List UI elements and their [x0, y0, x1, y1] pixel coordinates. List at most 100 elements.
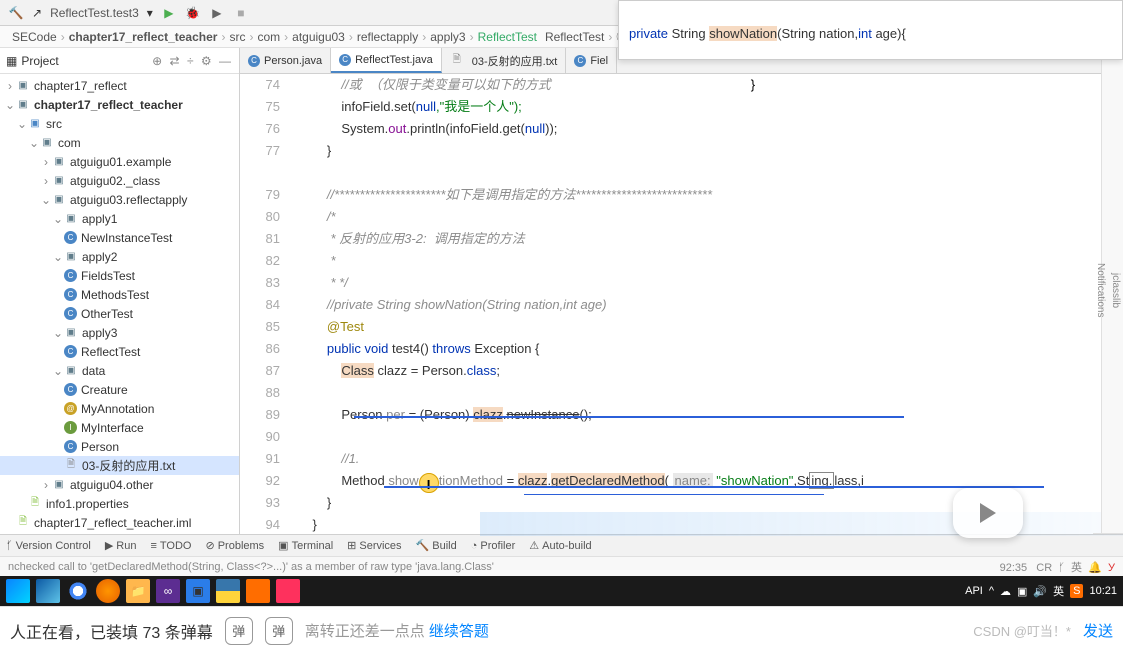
tree-com[interactable]: ⌄▣com	[0, 133, 239, 152]
quick-definition-popup: private String showNation(String nation,…	[618, 0, 1123, 60]
status-ime[interactable]: 英	[1071, 562, 1082, 574]
tab-person[interactable]: CPerson.java	[240, 48, 331, 73]
bc-apply[interactable]: apply3	[426, 30, 469, 44]
tree-newinstance[interactable]: CNewInstanceTest	[0, 228, 239, 247]
bc-sub[interactable]: reflectapply	[353, 30, 422, 44]
tray-sound-icon[interactable]: 🔊	[1033, 585, 1047, 598]
danmu-input[interactable]: 离转正还差一点点 继续答题	[305, 620, 954, 641]
taskbar-files[interactable]: 📁	[126, 579, 150, 603]
tree-pkg4[interactable]: ›▣atguigu04.other	[0, 475, 239, 494]
tool-terminal[interactable]: ▣ Terminal	[278, 539, 333, 552]
windows-taskbar[interactable]: 📁 ∞ ▣ API ^ ☁ ▣ 🔊 英 S 10:21	[0, 576, 1123, 606]
rail-notifications[interactable]: Notifications	[1093, 48, 1108, 534]
status-bell-icon[interactable]: 🔔	[1088, 562, 1102, 574]
danmu-continue-link[interactable]: 继续答题	[429, 623, 489, 640]
tree-txtfile[interactable]: 🗎03-反射的应用.txt	[0, 456, 239, 475]
taskbar-pycharm[interactable]	[216, 579, 240, 603]
text-cursor-icon	[419, 473, 439, 493]
tab-fiel[interactable]: CFiel	[566, 48, 617, 73]
taskbar-api[interactable]: API	[965, 585, 983, 597]
tool-services[interactable]: ⊞ Services	[347, 539, 401, 552]
taskbar-chrome[interactable]	[66, 579, 90, 603]
rail-jclasslib[interactable]: jclasslib	[1108, 48, 1123, 534]
tree-apply3[interactable]: ⌄▣apply3	[0, 323, 239, 342]
tray-ime[interactable]: 英	[1053, 583, 1064, 599]
tree-myannotation[interactable]: @MyAnnotation	[0, 399, 239, 418]
tab-reflecttest[interactable]: CReflectTest.java	[331, 48, 442, 73]
bc-module[interactable]: chapter17_reflect_teacher	[65, 30, 222, 44]
taskbar-edge[interactable]	[36, 579, 60, 603]
tree-apply1[interactable]: ⌄▣apply1	[0, 209, 239, 228]
tool-run[interactable]: ▶ Run	[105, 539, 137, 552]
tree-src[interactable]: ⌄▣src	[0, 114, 239, 133]
code-body[interactable]: //或 （仅限于类变量可以如下的方式} infoField.set(null,"…	[294, 74, 1123, 534]
stop-icon[interactable]: ■	[233, 5, 249, 21]
bc-com[interactable]: com	[253, 30, 284, 44]
tree-methodstest[interactable]: CMethodsTest	[0, 285, 239, 304]
danmu-send-button[interactable]: 发送	[1083, 620, 1113, 641]
bc-pkg[interactable]: atguigu03	[288, 30, 349, 44]
tree-pkg1[interactable]: ›▣atguigu01.example	[0, 152, 239, 171]
tree-info1[interactable]: 🗎info1.properties	[0, 494, 239, 513]
tree-creature[interactable]: CCreature	[0, 380, 239, 399]
tree-fieldstest[interactable]: CFieldsTest	[0, 266, 239, 285]
editor-area: CPerson.java CReflectTest.java 🗎03-反射的应用…	[240, 48, 1123, 534]
taskbar-app1[interactable]: ▣	[186, 579, 210, 603]
tree-othertest[interactable]: COtherTest	[0, 304, 239, 323]
tool-build[interactable]: 🔨 Build	[416, 539, 457, 552]
tree-iml[interactable]: 🗎chapter17_reflect_teacher.iml	[0, 513, 239, 532]
tree-apply2[interactable]: ⌄▣apply2	[0, 247, 239, 266]
danmu-toggle-2[interactable]: 弹	[265, 617, 293, 645]
status-caret-pos[interactable]: 92:35	[1000, 562, 1028, 574]
status-encoding[interactable]: CR	[1036, 562, 1052, 574]
tree-data[interactable]: ⌄▣data	[0, 361, 239, 380]
coverage-icon[interactable]: ▶	[209, 5, 225, 21]
tree-hide-icon[interactable]: —	[219, 54, 231, 68]
bc-src[interactable]: src	[225, 30, 249, 44]
tree-settings-icon[interactable]: ⚙	[201, 54, 212, 68]
tree-pkg3[interactable]: ⌄▣atguigu03.reflectapply	[0, 190, 239, 209]
status-git-icon[interactable]: ᚶ	[1058, 562, 1065, 574]
danmu-toggle-1[interactable]: 弹	[225, 617, 253, 645]
taskbar-clock[interactable]: 10:21	[1089, 585, 1117, 597]
project-tree[interactable]: ›▣chapter17_reflect ⌄▣chapter17_reflect_…	[0, 74, 239, 534]
tool-profiler[interactable]: ◔ Profiler	[471, 540, 516, 552]
tray-onedrive-icon[interactable]: ▣	[1017, 585, 1027, 598]
video-play-button[interactable]	[953, 488, 1023, 538]
tree-module-2[interactable]: ⌄▣chapter17_reflect_teacher	[0, 95, 239, 114]
tree-person[interactable]: CPerson	[0, 437, 239, 456]
tree-info[interactable]: 🗎info.properties	[0, 532, 239, 534]
run-config[interactable]: ReflectTest.test3	[50, 6, 139, 20]
gutter: 74 75 76 77 79 80 81 82 83 84 85 86 87 8…	[240, 74, 294, 534]
tree-myinterface[interactable]: IMyInterface	[0, 418, 239, 437]
tool-version-control[interactable]: ᚶ Version Control	[6, 540, 91, 552]
taskbar-firefox[interactable]	[96, 579, 120, 603]
tree-options-icon[interactable]: ⊕	[152, 54, 162, 68]
run-config-indicator[interactable]: ↗	[32, 6, 42, 20]
status-message: nchecked call to 'getDeclaredMethod(Stri…	[8, 561, 494, 573]
taskbar-app2[interactable]	[246, 579, 270, 603]
hammer-icon[interactable]: 🔨	[8, 5, 24, 21]
tool-todo[interactable]: ≡ TODO	[150, 540, 191, 552]
tray-cloud-icon[interactable]: ☁	[1000, 585, 1011, 598]
tool-problems[interactable]: ⊘ Problems	[205, 539, 264, 552]
config-dropdown-icon[interactable]: ▾	[147, 6, 153, 20]
debug-icon[interactable]: 🐞	[185, 5, 201, 21]
tab-txt[interactable]: 🗎03-反射的应用.txt	[442, 48, 567, 73]
tray-sogou-icon[interactable]: S	[1070, 584, 1083, 598]
taskbar-start[interactable]	[6, 579, 30, 603]
tree-pkg2[interactable]: ›▣atguigu02._class	[0, 171, 239, 190]
taskbar-vs[interactable]: ∞	[156, 579, 180, 603]
bc-root[interactable]: SECode	[8, 30, 61, 44]
tool-autobuild[interactable]: ⚠ Auto-build	[529, 539, 591, 552]
tree-reflecttest[interactable]: CReflectTest	[0, 342, 239, 361]
status-youdao-icon[interactable]: У	[1108, 562, 1115, 574]
bc-class[interactable]: ReflectTest	[474, 30, 541, 44]
tree-collapse-icon[interactable]: ⇄	[170, 54, 180, 68]
code-editor[interactable]: 74 75 76 77 79 80 81 82 83 84 85 86 87 8…	[240, 74, 1123, 534]
run-icon[interactable]: ▶	[161, 5, 177, 21]
tree-divider-icon[interactable]: ÷	[187, 54, 194, 68]
taskbar-intellij[interactable]	[276, 579, 300, 603]
tray-up-icon[interactable]: ^	[989, 585, 994, 597]
tree-module-1[interactable]: ›▣chapter17_reflect	[0, 76, 239, 95]
